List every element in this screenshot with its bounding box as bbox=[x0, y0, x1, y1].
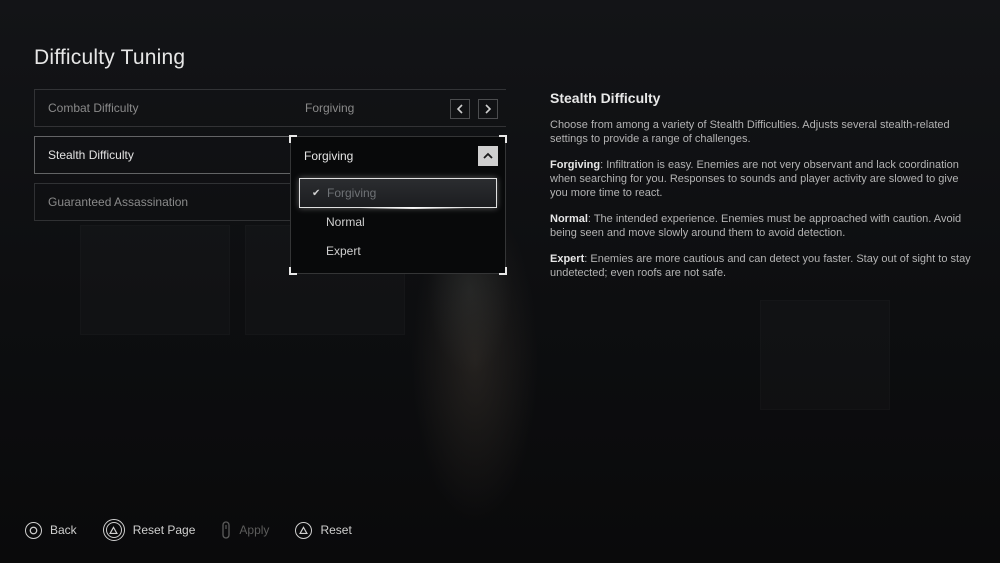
setting-row-combat-difficulty[interactable]: Combat Difficulty Forgiving bbox=[34, 89, 506, 127]
reset-label: Reset bbox=[320, 523, 352, 537]
info-text: : Infiltration is easy. Enemies are not … bbox=[550, 159, 959, 199]
info-title: Stealth Difficulty bbox=[550, 90, 661, 106]
reset-button[interactable]: Reset bbox=[295, 521, 352, 539]
touchpad-icon bbox=[221, 521, 231, 539]
info-term: Normal bbox=[550, 213, 588, 225]
corner-marker bbox=[499, 135, 507, 143]
checkmark-icon: ✔ bbox=[312, 187, 321, 199]
info-text: : The intended experience. Enemies must … bbox=[550, 213, 962, 239]
info-intro: Choose from among a variety of Stealth D… bbox=[550, 119, 950, 145]
corner-marker bbox=[289, 267, 297, 275]
corner-marker bbox=[289, 135, 297, 143]
back-button[interactable]: Back bbox=[25, 521, 77, 539]
reset-page-label: Reset Page bbox=[132, 523, 196, 537]
dropdown-current-value: Forgiving bbox=[304, 149, 354, 163]
reset-page-button[interactable]: Reset Page bbox=[102, 519, 196, 541]
option-label: Expert bbox=[326, 244, 361, 258]
circle-button-icon bbox=[25, 521, 42, 539]
option-label: Normal bbox=[326, 215, 365, 229]
dropdown-option-expert[interactable]: Expert bbox=[299, 236, 497, 266]
page-title: Difficulty Tuning bbox=[34, 46, 186, 69]
info-normal: Normal: The intended experience. Enemies… bbox=[550, 212, 975, 240]
chevron-up-icon[interactable] bbox=[478, 146, 498, 166]
triangle-button-icon bbox=[102, 519, 125, 541]
dropdown-option-forgiving[interactable]: ✔ Forgiving bbox=[299, 178, 497, 209]
triangle-button-icon bbox=[295, 521, 313, 539]
setting-label: Guaranteed Assassination bbox=[48, 195, 189, 209]
button-prompts: Back Reset Page Apply Reset bbox=[25, 519, 378, 541]
chevron-left-icon[interactable] bbox=[450, 99, 470, 119]
info-forgiving: Forgiving: Infiltration is easy. Enemies… bbox=[550, 158, 975, 200]
info-term: Expert bbox=[550, 253, 585, 265]
chevron-right-icon[interactable] bbox=[478, 99, 498, 119]
apply-button[interactable]: Apply bbox=[221, 521, 269, 539]
corner-marker bbox=[499, 267, 507, 275]
dropdown-option-normal[interactable]: Normal bbox=[299, 207, 497, 237]
stealth-difficulty-dropdown[interactable]: Forgiving ✔ Forgiving Normal Expert bbox=[289, 135, 507, 275]
info-text: : Enemies are more cautious and can dete… bbox=[550, 253, 971, 279]
apply-label: Apply bbox=[239, 523, 270, 537]
setting-label: Stealth Difficulty bbox=[48, 148, 134, 162]
info-term: Forgiving bbox=[550, 159, 601, 171]
setting-label: Combat Difficulty bbox=[48, 101, 139, 115]
info-expert: Expert: Enemies are more cautious and ca… bbox=[550, 252, 975, 280]
info-panel: Stealth Difficulty Choose from among a v… bbox=[550, 90, 975, 292]
background-window bbox=[760, 300, 890, 410]
setting-value: Forgiving bbox=[305, 101, 355, 115]
background-window bbox=[80, 225, 230, 335]
option-label: Forgiving bbox=[327, 186, 377, 200]
back-label: Back bbox=[50, 523, 77, 537]
